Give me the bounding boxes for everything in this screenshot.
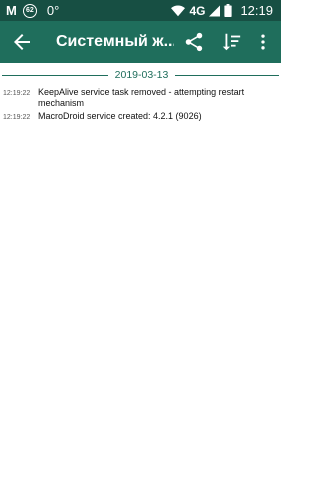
log-entry[interactable]: 12:19:22 KeepAlive service task removed … xyxy=(3,87,278,109)
app-notification-icon: M xyxy=(6,3,17,18)
battery-icon xyxy=(224,4,233,17)
log-entry-text: KeepAlive service task removed - attempt… xyxy=(38,87,245,108)
temperature-label: 0° xyxy=(46,3,60,18)
sort-icon[interactable] xyxy=(220,30,242,54)
wifi-icon xyxy=(171,4,186,16)
more-vert-icon[interactable] xyxy=(253,30,273,54)
log-date: 2019-03-13 xyxy=(114,69,169,81)
log-entry-time: 12:19:22 xyxy=(3,114,31,121)
signal-icon xyxy=(209,5,221,16)
arrow-back-icon[interactable] xyxy=(10,30,34,54)
divider xyxy=(175,75,279,76)
log-entry-time: 12:19:22 xyxy=(3,90,31,97)
page-title: Системный ж... xyxy=(56,33,174,50)
notification-badge-icon: 62 xyxy=(22,3,37,18)
log-list: 12:19:22 KeepAlive service task removed … xyxy=(3,87,278,126)
divider xyxy=(2,75,108,76)
network-type-label: 4G xyxy=(189,3,206,18)
clock: 12:19 xyxy=(240,3,273,18)
log-entry[interactable]: 12:19:22 MacroDroid service created: 4.2… xyxy=(3,111,278,124)
log-entry-text: MacroDroid service created: 4.2.1 (9026) xyxy=(38,111,202,121)
status-bar: M 62 0° 4G 12:19 xyxy=(0,0,281,21)
share-icon[interactable] xyxy=(183,30,205,54)
date-separator: 2019-03-13 xyxy=(2,68,279,82)
app-toolbar: Системный ж... xyxy=(0,21,281,63)
